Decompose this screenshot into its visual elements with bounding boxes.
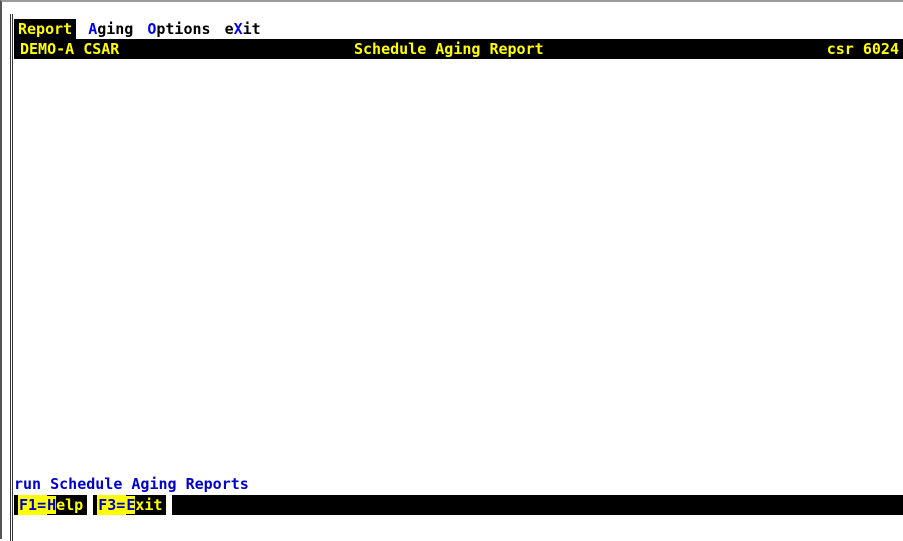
menu-aging-label: ging: [97, 20, 134, 38]
menu-options-label: ptions: [156, 20, 211, 38]
menu-exit-label: it: [242, 20, 261, 38]
f3-key-code: F3=: [97, 495, 127, 515]
work-area: [14, 59, 903, 474]
status-message: run Schedule Aging Reports: [14, 475, 249, 493]
f3-exit-key[interactable]: F3= Exit: [93, 495, 167, 515]
menu-aging[interactable]: Aging: [86, 19, 135, 39]
terminal-window: Report Aging Options eXit DEMO-A CSAR Sc…: [0, 0, 903, 541]
menu-exit-hotkey: X: [233, 20, 243, 38]
f3-key-label: Exit: [126, 495, 162, 515]
f1-help-key[interactable]: F1= Help: [14, 495, 88, 515]
f1-key-code: F1=: [18, 495, 48, 515]
screen-title: Schedule Aging Report: [354, 40, 544, 58]
f3-code-text: F3: [98, 496, 117, 514]
f1-key-label: Help: [47, 495, 83, 515]
title-bar: DEMO-A CSAR Schedule Aging Report csr 60…: [14, 39, 903, 59]
f1-label-hotkey: H: [47, 496, 57, 514]
menu-exit-prefix: e: [224, 20, 234, 38]
fkey-bar-fill: [172, 495, 903, 515]
menu-report-label: eport: [27, 20, 73, 38]
function-key-bar: F1= Help F3= Exit: [14, 495, 903, 515]
f1-label-rest: elp: [56, 496, 84, 514]
f1-code-text: F1: [19, 496, 38, 514]
menu-report-hotkey: R: [18, 20, 28, 38]
window-left-edge: [10, 14, 13, 541]
menu-exit[interactable]: eXit: [223, 19, 263, 39]
menu-aging-hotkey: A: [88, 20, 98, 38]
company-name: DEMO-A CSAR: [20, 40, 120, 58]
f3-separator: =: [116, 496, 126, 514]
menu-bar: Report Aging Options eXit: [14, 19, 273, 39]
program-id: csr 6024: [826, 40, 899, 58]
menu-report[interactable]: Report: [14, 19, 77, 39]
menu-options[interactable]: Options: [145, 19, 212, 39]
f3-label-rest: xit: [135, 496, 163, 514]
f1-separator: =: [37, 496, 47, 514]
f3-label-hotkey: E: [126, 496, 136, 514]
